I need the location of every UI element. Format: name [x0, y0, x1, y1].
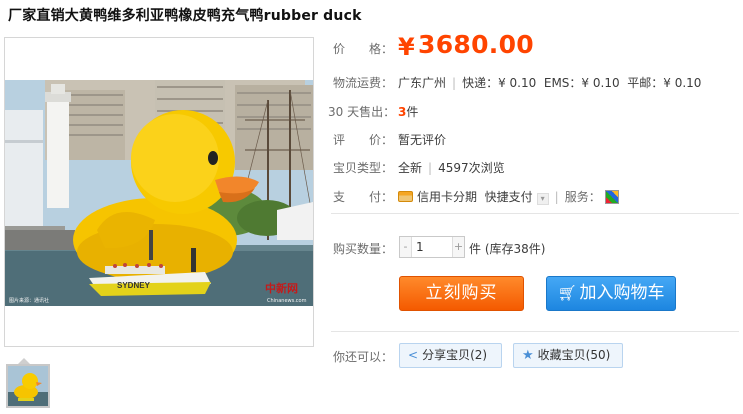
- rating-label: 评 价：: [333, 133, 394, 147]
- main-product-image[interactable]: SYDNEY 图片来源：通讯社 中新网 Chinanews.com: [4, 37, 314, 347]
- separator: |: [554, 190, 559, 204]
- divider: [331, 213, 739, 214]
- price-currency: ¥: [398, 33, 415, 61]
- share-button[interactable]: < 分享宝贝(2): [399, 343, 502, 368]
- shipping-info: 广东广州 | 快递：¥ 0.10 EMS：¥ 0.10 平邮：¥ 0.10: [398, 74, 701, 91]
- price-label: 价 格：: [333, 42, 394, 56]
- share-label: 分享宝贝(2): [422, 348, 488, 362]
- shipping-label: 物流运费：: [333, 76, 394, 90]
- duck-photo: SYDNEY 图片来源：通讯社 中新网 Chinanews.com: [5, 80, 313, 306]
- quantity-stepper: - +: [399, 236, 465, 258]
- add-to-cart-button[interactable]: 🛒︎ 加入购物车: [546, 276, 676, 311]
- service-label: 服务：: [564, 190, 601, 204]
- social-label: 你还可以：: [333, 350, 394, 364]
- quick-pay-link[interactable]: 快捷支付: [485, 190, 533, 204]
- product-title: 厂家直销大黄鸭维多利亚鸭橡皮鸭充气鸭rubber duck: [8, 8, 362, 24]
- star-icon: ★: [522, 348, 534, 363]
- separator: |: [428, 161, 433, 175]
- watermark-caption: 图片来源：通讯社: [9, 297, 49, 304]
- separator: |: [452, 76, 457, 90]
- watermark-logo: 中新网: [265, 281, 298, 295]
- chevron-down-icon[interactable]: ▾: [536, 193, 549, 205]
- rating-value[interactable]: 暂无评价: [398, 131, 446, 148]
- shipping-mail: 平邮：¥ 0.10: [627, 76, 702, 90]
- sales-label: 30 天售出：: [328, 105, 396, 119]
- buy-now-button[interactable]: 立刻购买: [399, 276, 524, 311]
- quantity-increase-button[interactable]: +: [452, 237, 464, 257]
- sales-unit: 件: [406, 105, 419, 119]
- item-type-info: 全新 | 4597次浏览: [398, 159, 505, 176]
- favorite-button[interactable]: ★ 收藏宝贝(50): [513, 343, 623, 368]
- sales-info: 3件: [398, 103, 418, 120]
- quantity-input[interactable]: [413, 237, 452, 257]
- item-type-label: 宝贝类型：: [333, 161, 394, 175]
- quantity-decrease-button[interactable]: -: [400, 237, 412, 257]
- installment-link[interactable]: 信用卡分期: [417, 190, 477, 204]
- cart-icon: 🛒︎: [557, 284, 577, 302]
- shipping-express: 快递：¥ 0.10: [462, 76, 537, 90]
- view-count: 4597次浏览: [438, 161, 505, 175]
- add-to-cart-label: 加入购物车: [579, 283, 665, 303]
- item-condition: 全新: [398, 161, 423, 175]
- boat-label: SYDNEY: [117, 281, 151, 290]
- payment-label: 支 付：: [333, 190, 394, 204]
- stock-info: 件 (库存38件): [469, 242, 546, 256]
- service-badge-icon[interactable]: [604, 190, 619, 204]
- watermark-site: Chinanews.com: [267, 298, 307, 304]
- price-amount: 3680.00: [418, 30, 534, 59]
- payment-info: 信用卡分期 快捷支付 ▾ | 服务：: [398, 188, 619, 205]
- quantity-label: 购买数量：: [333, 242, 394, 256]
- credit-card-icon: [398, 191, 413, 202]
- divider: [331, 331, 739, 332]
- thumbnail-image[interactable]: [6, 364, 50, 408]
- share-icon: <: [408, 348, 419, 362]
- shipping-location: 广东广州: [398, 76, 447, 90]
- shipping-ems: EMS：¥ 0.10: [543, 76, 620, 90]
- favorite-label: 收藏宝贝(50): [537, 348, 611, 362]
